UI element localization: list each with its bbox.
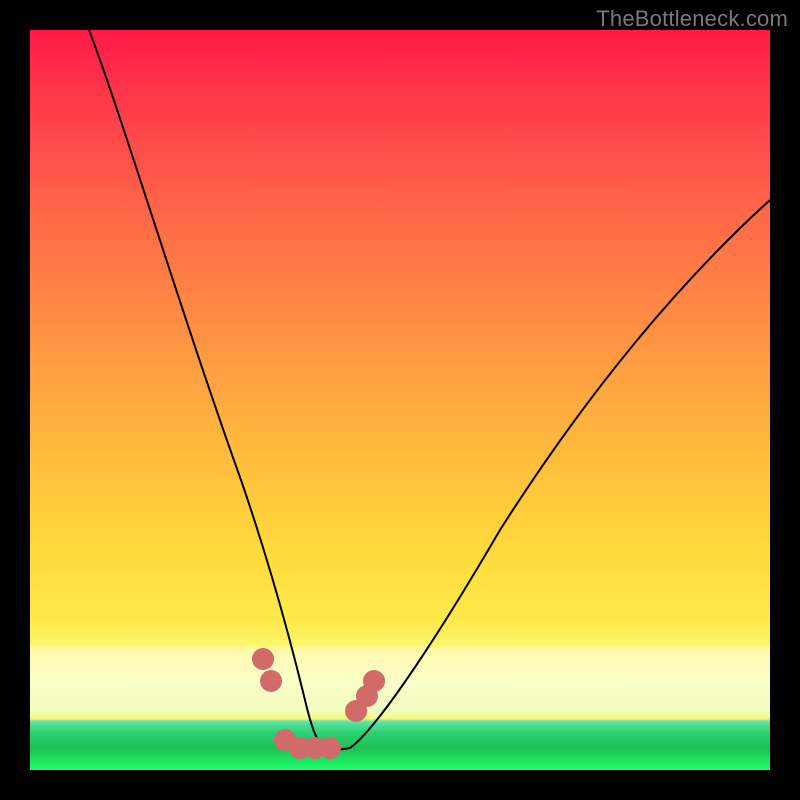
curve-right-branch: [350, 200, 770, 748]
chart-frame: TheBottleneck.com: [0, 0, 800, 800]
marker-dot: [319, 737, 341, 759]
curve-left-branch: [89, 30, 326, 748]
marker-dot-group: [252, 648, 385, 759]
marker-dot: [260, 670, 282, 692]
marker-dot: [363, 670, 385, 692]
bottleneck-curve-svg: [30, 30, 770, 770]
marker-dot: [252, 648, 274, 670]
plot-area: [30, 30, 770, 770]
watermark-text: TheBottleneck.com: [596, 6, 788, 32]
